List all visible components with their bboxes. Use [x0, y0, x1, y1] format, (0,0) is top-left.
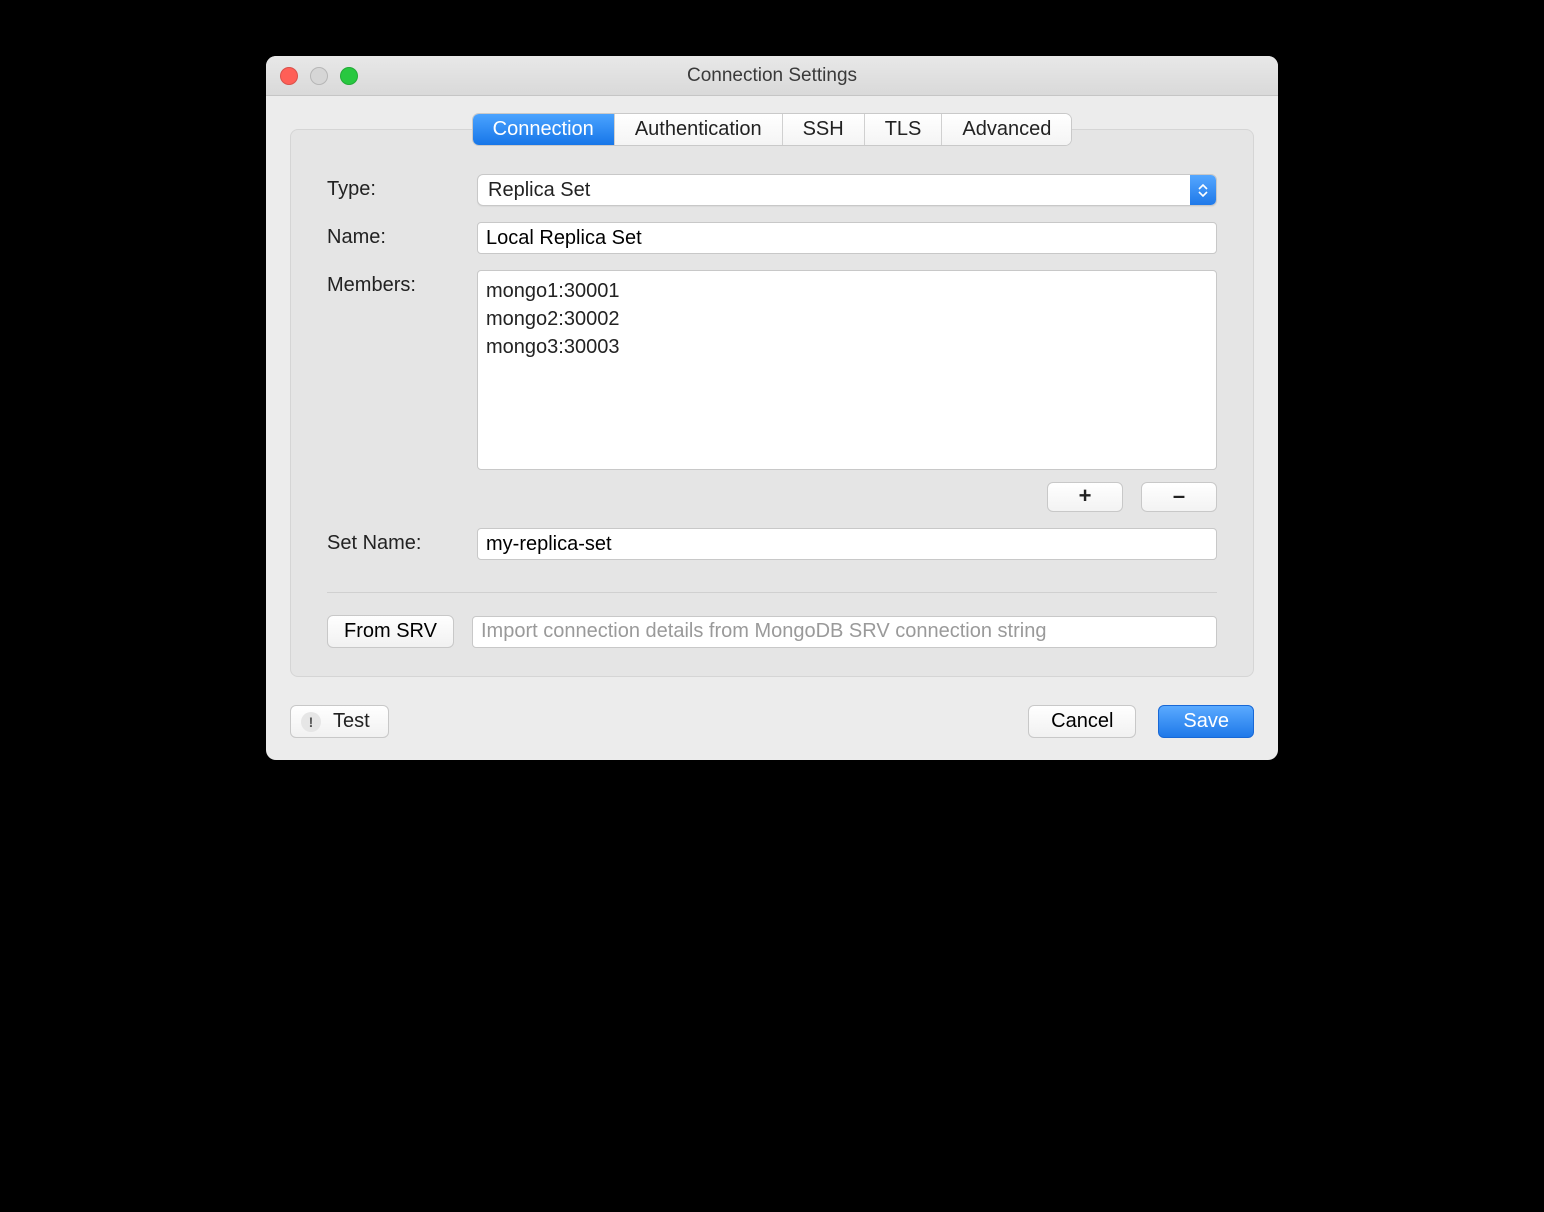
titlebar: Connection Settings	[266, 56, 1278, 96]
type-label: Type:	[327, 174, 477, 201]
tab-connection[interactable]: Connection	[473, 114, 615, 145]
tab-authentication[interactable]: Authentication	[615, 114, 783, 145]
name-label: Name:	[327, 222, 477, 249]
test-button[interactable]: ! Test	[290, 705, 389, 738]
window-title: Connection Settings	[266, 65, 1278, 87]
warning-icon: !	[301, 712, 321, 732]
content: Connection Authentication SSH TLS Advanc…	[266, 96, 1278, 760]
type-select[interactable]: Replica Set	[477, 174, 1217, 206]
save-button[interactable]: Save	[1158, 705, 1254, 738]
remove-member-button[interactable]: –	[1141, 482, 1217, 512]
srv-input[interactable]	[472, 616, 1217, 648]
from-srv-button[interactable]: From SRV	[327, 615, 454, 648]
tab-tls[interactable]: TLS	[865, 114, 943, 145]
list-item[interactable]: mongo1:30001	[486, 277, 1208, 305]
connection-panel: Type: Replica Set Name:	[290, 129, 1254, 677]
tab-advanced[interactable]: Advanced	[942, 114, 1071, 145]
test-button-label: Test	[333, 710, 370, 733]
tab-ssh[interactable]: SSH	[783, 114, 865, 145]
members-label: Members:	[327, 270, 477, 297]
list-item[interactable]: mongo3:30003	[486, 333, 1208, 361]
footer: ! Test Cancel Save	[290, 705, 1254, 738]
setname-input[interactable]	[477, 528, 1217, 560]
connection-settings-window: Connection Settings Connection Authentic…	[266, 56, 1278, 760]
type-select-value: Replica Set	[478, 179, 1190, 202]
divider	[327, 592, 1217, 593]
add-member-button[interactable]: +	[1047, 482, 1123, 512]
list-item[interactable]: mongo2:30002	[486, 305, 1208, 333]
name-input[interactable]	[477, 222, 1217, 254]
chevron-up-down-icon	[1190, 175, 1216, 205]
cancel-button[interactable]: Cancel	[1028, 705, 1136, 738]
setname-label: Set Name:	[327, 528, 477, 555]
members-listbox[interactable]: mongo1:30001 mongo2:30002 mongo3:30003	[477, 270, 1217, 470]
